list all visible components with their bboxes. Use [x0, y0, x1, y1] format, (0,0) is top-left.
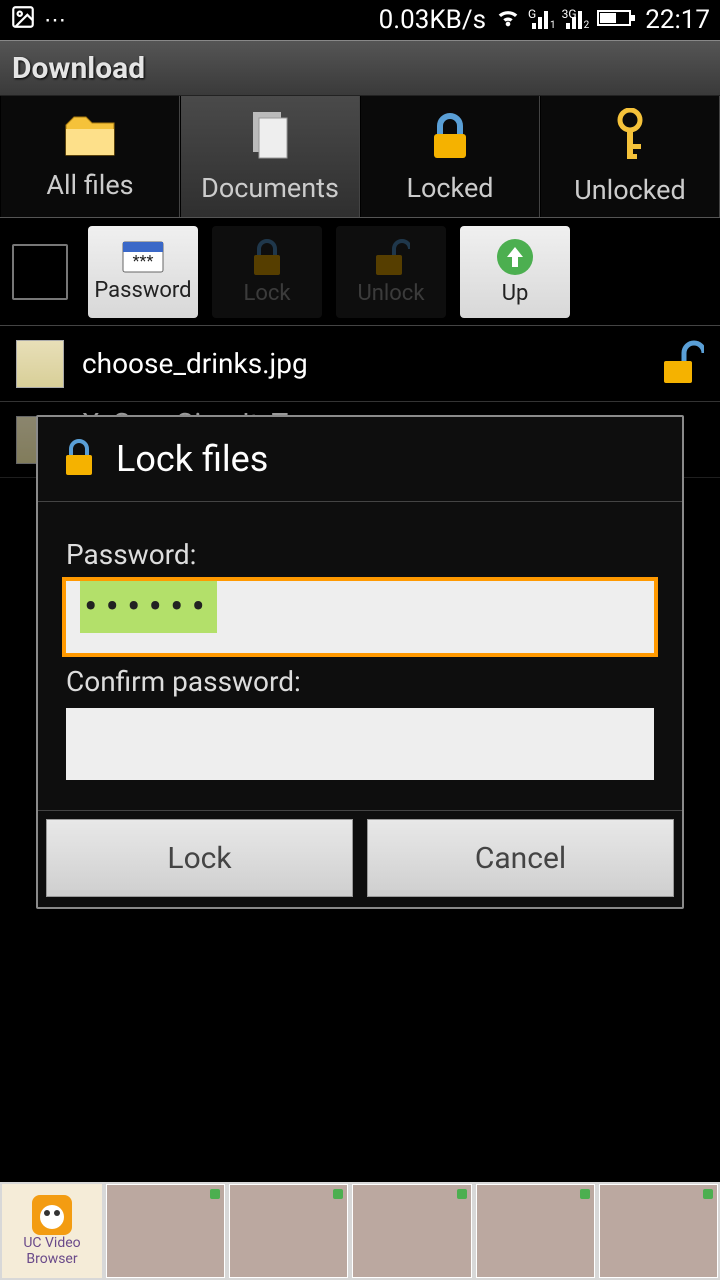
file-row[interactable]: choose_drinks.jpg — [0, 326, 720, 402]
up-button[interactable]: Up — [460, 226, 570, 318]
status-bar: ⋯ 0.03KB/s G 1 3G 2 22:17 — [0, 0, 720, 40]
ucbrowser-icon — [32, 1195, 72, 1235]
lock-action-icon — [250, 237, 284, 277]
banner-app-link[interactable]: UC Video Browser — [2, 1184, 102, 1278]
password-button[interactable]: *** Password — [88, 226, 198, 318]
banner-app-label2: Browser — [26, 1251, 77, 1267]
tab-label: Documents — [201, 172, 339, 204]
dialog-lock-button[interactable]: Lock — [46, 819, 353, 897]
tab-all-files[interactable]: All files — [0, 96, 180, 217]
unlock-action-icon — [372, 237, 410, 277]
lock-files-dialog: Lock files Password: •••••• Confirm pass… — [36, 415, 684, 909]
unlock-button[interactable]: Unlock — [336, 226, 446, 318]
documents-icon — [247, 110, 293, 166]
tab-locked[interactable]: Locked — [360, 96, 540, 217]
tab-label: All files — [46, 169, 133, 201]
svg-text:***: *** — [133, 251, 154, 270]
action-label: Lock — [243, 281, 290, 306]
password-icon: *** — [121, 240, 165, 274]
dialog-cancel-button[interactable]: Cancel — [367, 819, 674, 897]
tab-documents[interactable]: Documents — [180, 96, 360, 217]
tab-bar: All files Documents Locked Unlocked — [0, 96, 720, 218]
banner-thumb[interactable] — [599, 1184, 718, 1278]
password-input[interactable]: •••••• — [66, 581, 654, 653]
data-speed: 0.03KB/s — [379, 5, 486, 35]
banner-app-label: UC Video — [23, 1235, 80, 1251]
select-all-checkbox[interactable] — [12, 244, 68, 300]
unlock-status-icon — [660, 339, 704, 389]
wifi-icon — [494, 3, 522, 38]
action-label: Unlock — [358, 281, 425, 306]
lock-icon — [62, 437, 96, 481]
more-icon: ⋯ — [44, 8, 66, 33]
action-bar: *** Password Lock Unlock Up — [0, 218, 720, 326]
page-title: Download — [12, 51, 145, 86]
sim1-label: G — [528, 7, 536, 21]
folder-icon — [62, 113, 118, 163]
image-icon — [10, 4, 36, 36]
banner-thumb[interactable] — [352, 1184, 471, 1278]
bottom-banner[interactable]: UC Video Browser — [0, 1182, 720, 1280]
tab-label: Locked — [406, 172, 493, 204]
tab-unlocked[interactable]: Unlocked — [540, 96, 720, 217]
banner-thumb[interactable] — [106, 1184, 225, 1278]
tab-label: Unlocked — [574, 174, 685, 206]
banner-thumb[interactable] — [476, 1184, 595, 1278]
action-label: Password — [94, 278, 191, 303]
action-label: Up — [502, 281, 529, 306]
key-icon — [612, 108, 648, 168]
app-header: Download — [0, 40, 720, 96]
battery-icon — [597, 5, 637, 35]
file-name: choose_drinks.jpg — [82, 347, 642, 380]
lock-button[interactable]: Lock — [212, 226, 322, 318]
dialog-title: Lock files — [116, 438, 268, 480]
password-label: Password: — [66, 538, 654, 571]
clock: 22:17 — [645, 5, 710, 35]
sim2-label: 3G — [562, 7, 577, 21]
confirm-password-input[interactable] — [66, 708, 654, 780]
banner-thumb[interactable] — [229, 1184, 348, 1278]
up-icon — [495, 237, 535, 277]
locked-icon — [428, 110, 472, 166]
confirm-password-label: Confirm password: — [66, 665, 654, 698]
file-thumb — [16, 340, 64, 388]
